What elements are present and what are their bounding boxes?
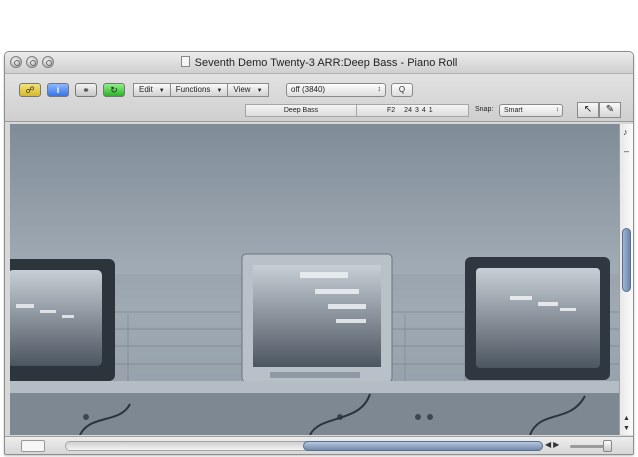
toolbar: ☍ i ⚭ ↻ Edit ▼ Functions ▼ View ▼ off (3840… [5,74,633,122]
link-button[interactable]: ☍ [19,83,41,97]
functions-menu[interactable]: Functions ▼ [169,83,229,97]
scroll-down-arrow-icon[interactable]: ▼ [623,425,630,432]
snap-select[interactable]: Smart ↕ [499,104,563,117]
window-title-wrap: Seventh Demo Twenty-3 ARR:Deep Bass - Pi… [5,56,633,69]
pointer-icon: ↖ [583,104,593,115]
quantize-button-label: Q [398,85,406,94]
loop-icon: ↻ [110,85,118,95]
document-icon [180,56,190,67]
local-menus: Edit ▼ Functions ▼ View ▼ [133,83,269,97]
horizontal-scrollbar[interactable]: ◀▶ [5,436,633,454]
title-bar[interactable]: Seventh Demo Twenty-3 ARR:Deep Bass - Pi… [5,52,633,74]
quantize-button[interactable]: Q [391,83,413,97]
view-menu[interactable]: View ▼ [227,83,269,97]
snap-value: Smart [504,107,523,114]
headphones-icon: ⚭ [82,85,90,95]
info-button[interactable]: i [47,83,69,97]
position-tick: 1 [428,107,433,114]
pencil-icon: ✎ [605,104,615,115]
edit-menu-label: Edit [139,85,153,94]
link-mode-value: off (3840) [291,85,326,94]
functions-menu-label: Functions [175,85,211,94]
chevron-down-icon: ▼ [216,88,223,94]
link-mode-select[interactable]: off (3840) ↕ [286,83,386,97]
position-beat: 3 [414,107,419,114]
position-bar: 24 [404,107,412,114]
horizontal-scroll-thumb[interactable] [303,441,543,451]
chevron-down-icon: ▼ [158,88,165,94]
info-display: Deep Bass F2 24 3 4 1 [245,104,469,118]
editor-area[interactable] [10,124,619,435]
snap-label: Snap: [475,106,494,113]
scroll-arrows-icon[interactable]: ◀▶ [545,440,561,449]
note-name: F2 [387,107,396,114]
window-title: Seventh Demo Twenty-3 ARR:Deep Bass - Pi… [194,57,458,69]
loop-button[interactable]: ↻ [103,83,125,97]
vertical-scroll-thumb[interactable] [622,228,631,292]
command-click-tool-menu[interactable]: ✎ [599,102,621,118]
zoom-out-icon[interactable]: – [624,146,629,156]
piano-roll-window: Seventh Demo Twenty-3 ARR:Deep Bass - Pi… [4,51,634,455]
scroll-up-arrow-icon[interactable]: ▲ [623,415,630,422]
keyboard-icon[interactable] [21,440,45,452]
left-click-tool-menu[interactable]: ↖ [577,102,599,118]
vertical-scrollbar[interactable]: ♪ – ▲ ▼ [619,124,633,435]
updown-chevron-icon: ↕ [377,86,382,93]
info-icon: i [56,85,60,95]
zoom-slider-knob[interactable] [603,440,612,452]
link-icon: ☍ [25,85,35,95]
position-division: 4 [421,107,426,114]
note-icon: ♪ [623,127,628,137]
region-name: Deep Bass [245,104,357,117]
crt-monitors-photo [10,124,619,435]
edit-menu[interactable]: Edit ▼ [133,83,171,97]
note-position: F2 24 3 4 1 [357,104,469,117]
view-menu-label: View [233,85,251,94]
chevron-down-icon: ▼ [256,88,263,94]
headphones-button[interactable]: ⚭ [75,83,97,97]
updown-chevron-icon: ↕ [556,107,559,113]
